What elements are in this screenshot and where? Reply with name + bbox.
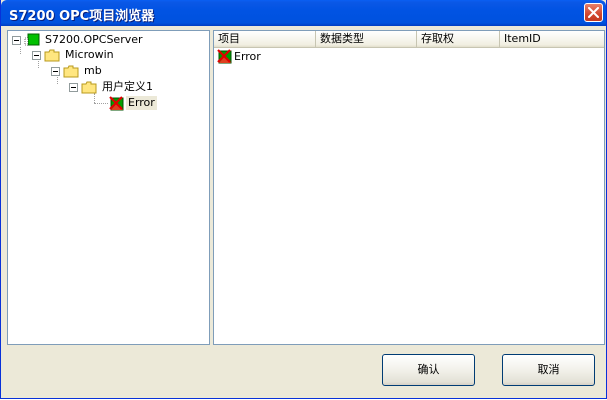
collapse-toggle[interactable] (32, 50, 41, 60)
collapse-toggle[interactable] (51, 66, 60, 76)
ok-button[interactable]: 确认 (382, 354, 475, 386)
list-item-label: Error (234, 49, 261, 63)
tree-node-microwin[interactable]: Microwin (32, 47, 116, 63)
item-list-view[interactable]: 项目 数据类型 存取权 ItemID Error (213, 30, 605, 345)
error-icon (217, 48, 232, 63)
tree-connector (20, 47, 22, 54)
tree-node-label: Error (126, 96, 157, 110)
tree-view[interactable]: S7200.OPCServer Microwin mb 用户定义1 Error (7, 30, 210, 345)
folder-icon (81, 81, 97, 93)
tree-node-label: mb (84, 64, 102, 77)
tree-node-mb[interactable]: mb (51, 63, 104, 79)
list-item[interactable]: Error (216, 48, 261, 64)
column-header-access[interactable]: 存取权 (417, 31, 500, 48)
tree-node-user-defined[interactable]: 用户定义1 (69, 79, 155, 95)
list-header: 项目 数据类型 存取权 ItemID (214, 31, 604, 48)
window-title: S7200 OPC项目浏览器 (9, 9, 155, 24)
tree-node-error[interactable]: Error (108, 95, 157, 111)
cancel-button[interactable]: 取消 (502, 354, 595, 386)
collapse-toggle[interactable] (69, 82, 78, 92)
column-header-item[interactable]: 项目 (214, 31, 316, 48)
tree-node-label: S7200.OPCServer (45, 33, 143, 46)
close-button[interactable] (584, 3, 603, 22)
column-header-itemid[interactable]: ItemID (500, 31, 604, 48)
opc-browser-dialog: S7200 OPC项目浏览器 S7200.OPCServer Microwin … (0, 0, 607, 399)
column-header-data-type[interactable]: 数据类型 (316, 31, 417, 48)
folder-icon (63, 65, 79, 77)
tree-node-label: Microwin (65, 48, 114, 61)
close-icon (588, 7, 599, 18)
error-icon (109, 95, 124, 110)
server-icon (24, 33, 40, 46)
tree-connector (94, 103, 108, 105)
button-bar: 确认 取消 (1, 345, 606, 398)
collapse-toggle[interactable] (12, 35, 21, 45)
tree-node-opcserver[interactable]: S7200.OPCServer (12, 32, 145, 48)
tree-node-label: 用户定义1 (102, 80, 153, 93)
folder-icon (44, 49, 60, 61)
title-bar[interactable]: S7200 OPC项目浏览器 (1, 0, 606, 26)
